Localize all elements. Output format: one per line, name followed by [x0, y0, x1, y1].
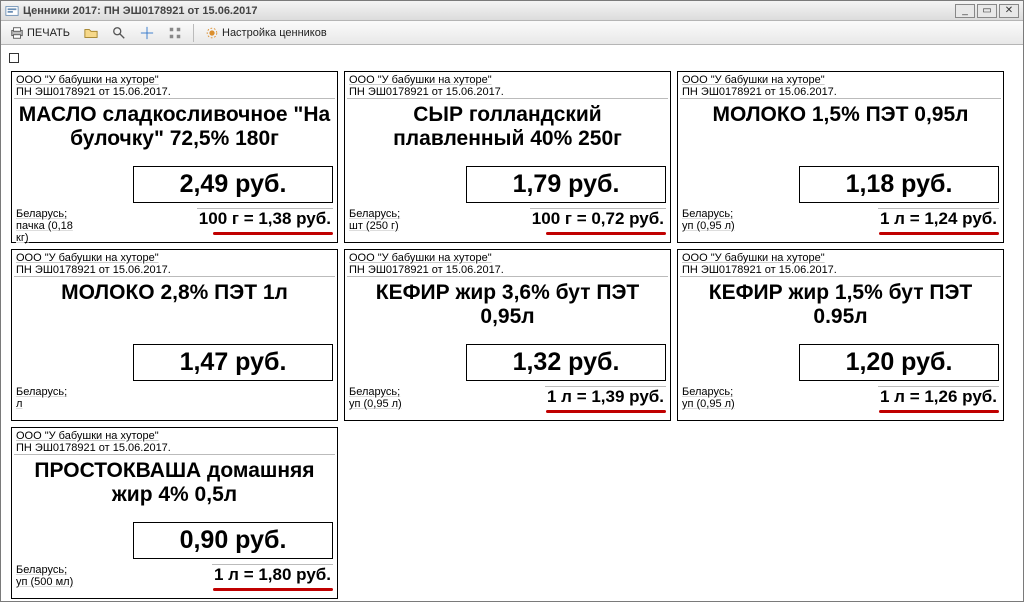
grid-icon — [168, 26, 182, 40]
price: 2,49 руб. — [133, 166, 333, 203]
red-underline — [213, 232, 333, 235]
unit-price-block: 1 л = 1,80 руб. — [212, 564, 333, 591]
unit-price: 100 г = 0,72 руб. — [530, 208, 666, 229]
gear-icon — [205, 26, 219, 40]
printer-icon — [10, 26, 24, 40]
print-button[interactable]: ПЕЧАТЬ — [5, 24, 75, 42]
unit-price-block: 1 л = 1,24 руб. — [878, 208, 999, 235]
price: 0,90 руб. — [133, 522, 333, 559]
minimize-button[interactable]: _ — [955, 4, 975, 18]
doc-ref: ПН ЭШ0178921 от 15.06.2017. — [347, 264, 668, 277]
doc-ref: ПН ЭШ0178921 от 15.06.2017. — [680, 86, 1001, 99]
titlebar: Ценники 2017: ПН ЭШ0178921 от 15.06.2017… — [1, 1, 1023, 21]
unit-price: 100 г = 1,38 руб. — [197, 208, 333, 229]
org-name: ООО "У бабушки на хуторе" — [347, 252, 668, 264]
red-underline — [546, 232, 666, 235]
close-button[interactable]: ✕ — [999, 4, 1019, 18]
doc-ref: ПН ЭШ0178921 от 15.06.2017. — [680, 264, 1001, 277]
org-name: ООО "У бабушки на хуторе" — [14, 252, 335, 264]
price: 1,20 руб. — [799, 344, 999, 381]
red-underline — [546, 410, 666, 413]
unit-price-block: 100 г = 0,72 руб. — [530, 208, 666, 235]
org-name: ООО "У бабушки на хуторе" — [14, 74, 335, 86]
unit-price-block: 100 г = 1,38 руб. — [197, 208, 333, 235]
unit-price-block: 1 л = 1,26 руб. — [878, 386, 999, 413]
price-tag: ООО "У бабушки на хуторе"ПН ЭШ0178921 от… — [11, 427, 338, 599]
magnifier-icon — [112, 26, 126, 40]
print-label: ПЕЧАТЬ — [27, 27, 70, 39]
unit-price: 1 л = 1,26 руб. — [878, 386, 999, 407]
settings-button[interactable]: Настройка ценников — [200, 24, 332, 42]
price-tag: ООО "У бабушки на хуторе"ПН ЭШ0178921 от… — [11, 71, 338, 243]
origin-pack: Беларусь;л — [16, 386, 86, 410]
doc-ref: ПН ЭШ0178921 от 15.06.2017. — [14, 442, 335, 455]
red-underline — [213, 588, 333, 591]
toolbar: ПЕЧАТЬ Настройка ценников — [1, 21, 1023, 45]
unit-price: 1 л = 1,24 руб. — [878, 208, 999, 229]
preview-button[interactable] — [107, 24, 131, 42]
org-name: ООО "У бабушки на хуторе" — [680, 252, 1001, 264]
origin-pack: Беларусь;шт (250 г) — [349, 208, 419, 232]
app-window: Ценники 2017: ПН ЭШ0178921 от 15.06.2017… — [0, 0, 1024, 602]
maximize-button[interactable]: ▭ — [977, 4, 997, 18]
origin-pack: Беларусь;уп (500 мл) — [16, 564, 86, 588]
app-icon — [5, 4, 19, 18]
doc-ref: ПН ЭШ0178921 от 15.06.2017. — [347, 86, 668, 99]
window-controls: _ ▭ ✕ — [955, 4, 1019, 18]
grid-button[interactable] — [163, 24, 187, 42]
unit-price: 1 л = 1,39 руб. — [545, 386, 666, 407]
price: 1,79 руб. — [466, 166, 666, 203]
org-name: ООО "У бабушки на хуторе" — [680, 74, 1001, 86]
price-tag: ООО "У бабушки на хуторе"ПН ЭШ0178921 от… — [11, 249, 338, 421]
doc-ref: ПН ЭШ0178921 от 15.06.2017. — [14, 264, 335, 277]
price: 1,32 руб. — [466, 344, 666, 381]
price-tag-grid: ООО "У бабушки на хуторе"ПН ЭШ0178921 от… — [7, 51, 1017, 599]
org-name: ООО "У бабушки на хуторе" — [14, 430, 335, 442]
window-title: Ценники 2017: ПН ЭШ0178921 от 15.06.2017 — [23, 5, 955, 17]
product-name: СЫР голландский плавленный 40% 250г — [347, 99, 668, 151]
folder-icon — [84, 26, 98, 40]
origin-pack: Беларусь;пачка (0,18 кг) — [16, 208, 86, 244]
red-underline — [879, 410, 999, 413]
red-underline — [879, 232, 999, 235]
price-tag: ООО "У бабушки на хуторе"ПН ЭШ0178921 от… — [677, 249, 1004, 421]
origin-pack: Беларусь;уп (0,95 л) — [682, 208, 752, 232]
product-name: МАСЛО сладкосливочное "На булочку" 72,5%… — [14, 99, 335, 151]
origin-pack: Беларусь;уп (0,95 л) — [682, 386, 752, 410]
fit-button[interactable] — [135, 24, 159, 42]
settings-label: Настройка ценников — [222, 27, 327, 39]
org-name: ООО "У бабушки на хуторе" — [347, 74, 668, 86]
product-name: ПРОСТОКВАША домашняя жир 4% 0,5л — [14, 455, 335, 507]
origin-pack: Беларусь;уп (0,95 л) — [349, 386, 419, 410]
product-name: КЕФИР жир 3,6% бут ПЭТ 0,95л — [347, 277, 668, 329]
unit-price: 1 л = 1,80 руб. — [212, 564, 333, 585]
toolbar-separator — [193, 24, 194, 42]
crosshair-icon — [140, 26, 154, 40]
product-name: МОЛОКО 2,8% ПЭТ 1л — [14, 277, 335, 327]
price: 1,18 руб. — [799, 166, 999, 203]
page-marker — [9, 53, 19, 63]
price-tag: ООО "У бабушки на хуторе"ПН ЭШ0178921 от… — [677, 71, 1004, 243]
product-name: МОЛОКО 1,5% ПЭТ 0,95л — [680, 99, 1001, 149]
open-button[interactable] — [79, 24, 103, 42]
price-tag: ООО "У бабушки на хуторе"ПН ЭШ0178921 от… — [344, 249, 671, 421]
unit-price-block: 1 л = 1,39 руб. — [545, 386, 666, 413]
price: 1,47 руб. — [133, 344, 333, 381]
doc-ref: ПН ЭШ0178921 от 15.06.2017. — [14, 86, 335, 99]
price-tag: ООО "У бабушки на хуторе"ПН ЭШ0178921 от… — [344, 71, 671, 243]
product-name: КЕФИР жир 1,5% бут ПЭТ 0.95л — [680, 277, 1001, 329]
canvas-area: ООО "У бабушки на хуторе"ПН ЭШ0178921 от… — [1, 45, 1023, 601]
